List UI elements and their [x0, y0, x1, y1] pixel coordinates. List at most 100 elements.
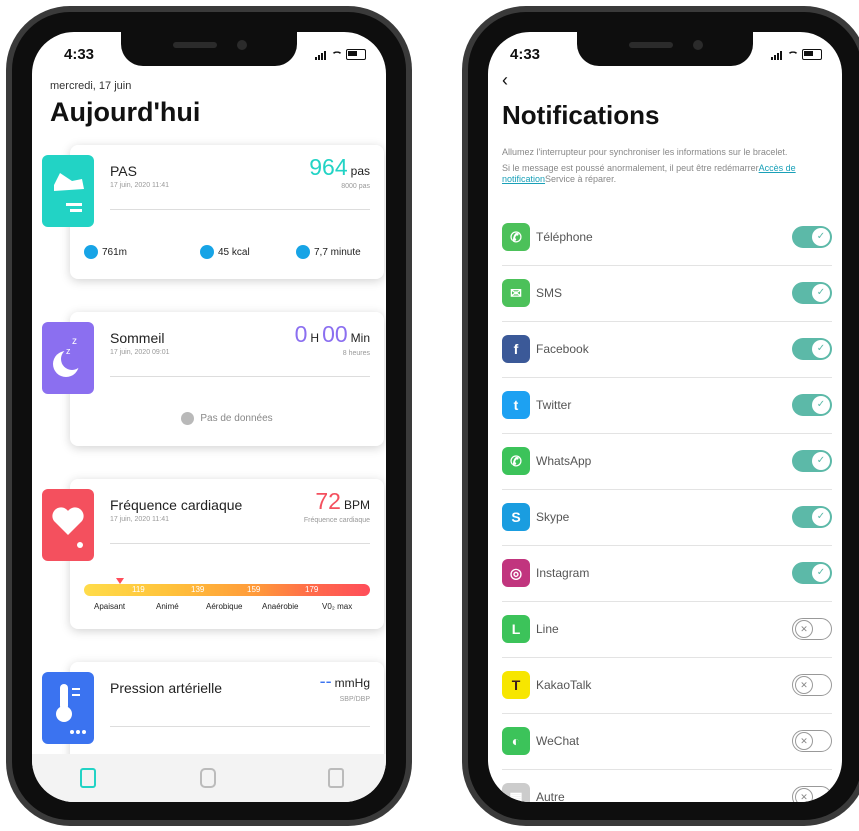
heart-caption: Fréquence cardiaque — [303, 517, 370, 524]
divider — [110, 543, 370, 544]
app-list: ✆ Téléphone ✓ ✉ SMS ✓ f Facebook ✓ t Twitter ✓ ✆ What… — [502, 210, 832, 802]
no-data-label: Pas de données — [200, 413, 273, 425]
divider — [110, 726, 370, 727]
phone-icon: ✆ — [502, 223, 530, 251]
battery-icon — [802, 49, 822, 60]
sleep-title: Sommeil — [110, 330, 165, 346]
toggle-switch[interactable]: ✓ — [792, 562, 832, 584]
sleep-tile: zz — [42, 322, 94, 394]
list-item-label: Skype — [536, 510, 570, 524]
profile-icon[interactable] — [328, 768, 344, 788]
check-icon: ✓ — [812, 564, 830, 582]
twitter-icon: t — [502, 391, 530, 419]
sms-icon: ✉ — [502, 279, 530, 307]
distance-metric: 761m — [84, 245, 127, 259]
home-icon[interactable] — [80, 768, 96, 788]
x-icon: ✕ — [795, 732, 813, 750]
heart-rate-card[interactable]: Fréquence cardiaque 17 juin, 2020 11:41 … — [42, 479, 384, 629]
date-label: mercredi, 17 juin — [50, 80, 132, 92]
sleep-hours-unit: H — [310, 331, 320, 345]
check-icon: ✓ — [812, 452, 830, 470]
instagram-icon: ◎ — [502, 559, 530, 587]
page-title: Notifications — [502, 100, 660, 130]
thermometer-icon — [56, 684, 86, 734]
check-icon: ✓ — [812, 228, 830, 246]
kakaotalk-icon: T — [502, 671, 530, 699]
location-icon — [84, 245, 98, 259]
toggle-switch[interactable]: ✕ — [792, 730, 832, 752]
toggle-switch[interactable]: ✓ — [792, 282, 832, 304]
sleep-date: 17 juin, 2020 09:01 — [110, 349, 170, 356]
signal-icon — [315, 50, 326, 60]
x-icon: ✕ — [795, 676, 813, 694]
svg-text:z: z — [72, 336, 77, 347]
list-item-label: Twitter — [536, 398, 572, 412]
page-title: Aujourd'hui — [50, 97, 201, 127]
list-item-label: KakaoTalk — [536, 678, 592, 692]
other-apps-icon: ▦ — [502, 783, 530, 802]
zone-tick: 179 — [305, 585, 319, 594]
signal-icon — [771, 50, 782, 60]
pressure-caption: SBP/DBP — [339, 696, 370, 703]
list-item-label: Facebook — [536, 342, 589, 356]
toggle-switch[interactable]: ✓ — [792, 450, 832, 472]
wifi-icon — [786, 50, 798, 60]
notch — [121, 30, 297, 66]
toggle-switch[interactable]: ✓ — [792, 338, 832, 360]
sleep-value: 0 H 00 Min — [295, 321, 370, 348]
zone-tick: 119 — [132, 585, 145, 594]
check-icon: ✓ — [812, 508, 830, 526]
toggle-switch[interactable]: ✓ — [792, 506, 832, 528]
left-phone: 4:33 mercredi, 17 juin Aujourd'hui PAS 1… — [6, 6, 412, 826]
skype-icon: S — [502, 503, 530, 531]
sleep-card[interactable]: zz Sommeil 17 juin, 2020 09:01 0 H 00 Mi… — [42, 312, 384, 446]
toggle-switch[interactable]: ✓ — [792, 226, 832, 248]
status-icons — [315, 49, 366, 60]
list-item: ◎ Instagram ✓ — [502, 546, 832, 602]
zone-name: V0₂ max — [322, 602, 353, 611]
status-icons — [771, 49, 822, 60]
heart-tile — [42, 489, 94, 561]
steps-number: 964 — [309, 154, 348, 180]
back-button[interactable]: ‹ — [502, 70, 508, 91]
sleep-minutes: 00 — [322, 321, 348, 347]
desc-repair: Si le message est poussé anormalement, i… — [502, 163, 820, 185]
pressure-number: -- — [319, 671, 332, 691]
toggle-switch[interactable]: ✕ — [792, 674, 832, 696]
flame-icon — [200, 245, 214, 259]
steps-goal: 8000 pas — [341, 183, 370, 190]
list-item: ▦ Autre ✕ — [502, 770, 832, 802]
calories-metric: 45 kcal — [200, 245, 250, 259]
list-item-label: Téléphone — [536, 230, 593, 244]
heart-unit: BPM — [343, 498, 370, 512]
no-data-message: Pas de données — [70, 412, 384, 425]
duration-value: 7,7 minute — [314, 246, 361, 258]
divider — [110, 209, 370, 210]
steps-tile — [42, 155, 94, 227]
steps-unit: pas — [350, 164, 370, 178]
clock-icon — [296, 245, 310, 259]
sleep-hours: 0 — [294, 321, 308, 347]
heart-icon — [52, 507, 84, 548]
x-icon: ✕ — [795, 788, 813, 802]
check-icon: ✓ — [812, 396, 830, 414]
list-item: S Skype ✓ — [502, 490, 832, 546]
notifications-screen: 4:33 ‹ Notifications Allumez l'interrupt… — [488, 32, 842, 802]
watch-icon[interactable] — [200, 768, 216, 788]
zone-name: Animé — [156, 602, 179, 611]
toggle-switch[interactable]: ✓ — [792, 394, 832, 416]
list-item-label: Line — [536, 622, 559, 636]
list-item: t Twitter ✓ — [502, 378, 832, 434]
list-item-label: SMS — [536, 286, 563, 300]
toggle-switch[interactable]: ✕ — [792, 618, 832, 640]
wifi-icon — [330, 50, 342, 60]
svg-text:z: z — [66, 346, 71, 356]
heart-date: 17 juin, 2020 11:41 — [110, 516, 170, 523]
pressure-unit: mmHg — [334, 676, 370, 690]
description: Allumez l'interrupteur pour synchroniser… — [502, 147, 820, 190]
sleep-goal: 8 heures — [342, 350, 370, 357]
steps-card[interactable]: PAS 17 juin, 2020 11:41 964 pas 8000 pas… — [42, 145, 384, 279]
list-item-label: WeChat — [536, 734, 580, 748]
notch — [577, 30, 753, 66]
toggle-switch[interactable]: ✕ — [792, 786, 832, 802]
